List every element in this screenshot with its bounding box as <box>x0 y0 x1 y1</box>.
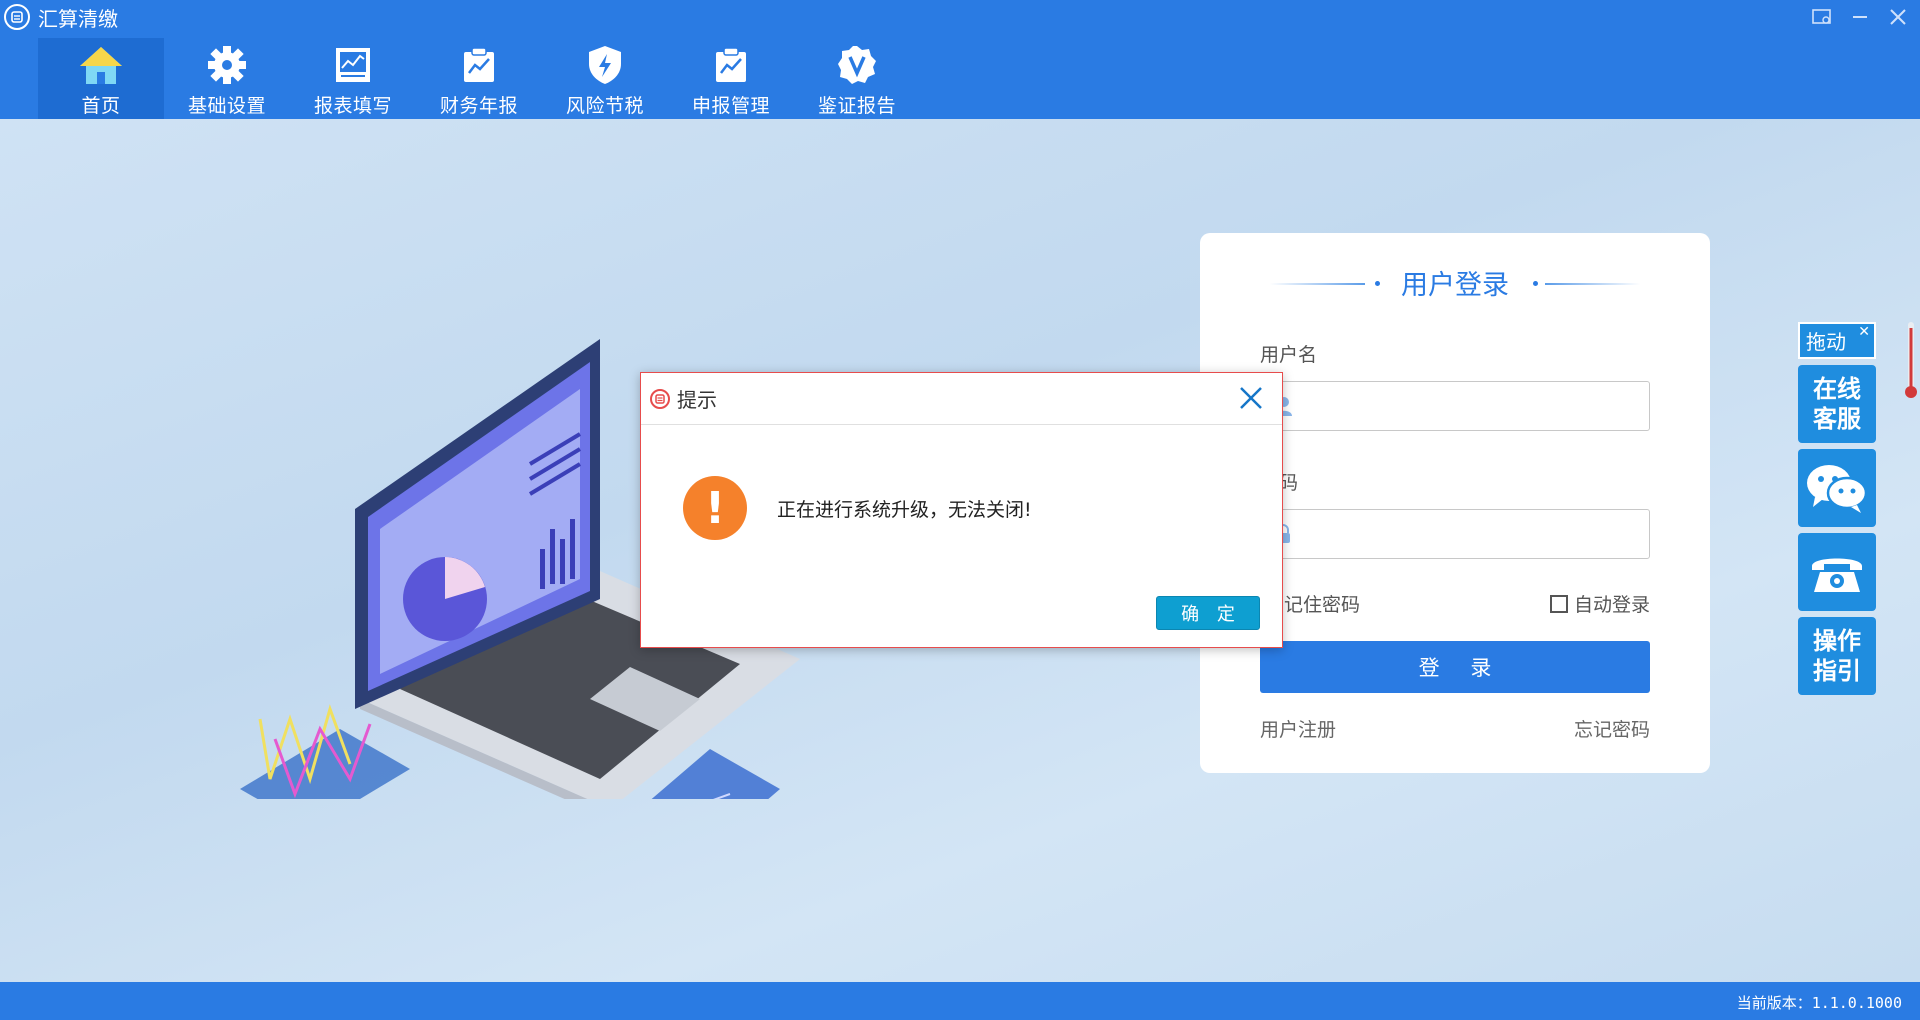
minimize-button[interactable] <box>1846 4 1874 30</box>
main-nav: 首页 基础设置 报表填写 财务年报 风险节税 申报管理 鉴证报告 <box>38 38 920 119</box>
top-bar: 汇算清缴 首页 基础设置 报表填写 财务年报 风险节税 申报管理 鉴证报告 <box>0 0 1920 119</box>
clipboard-chart-icon <box>456 42 502 88</box>
login-options: 记住密码 自动登录 <box>1260 590 1650 617</box>
login-links: 用户注册 忘记密码 <box>1260 715 1650 742</box>
drag-handle[interactable]: 拖动 ✕ <box>1798 322 1876 359</box>
status-bar: 当前版本：1.1.0.1000 <box>0 982 1920 1020</box>
drag-label: 拖动 <box>1806 330 1846 354</box>
operation-guide-label: 操作 指引 <box>1813 627 1861 685</box>
nav-label: 风险节税 <box>565 95 644 117</box>
username-field[interactable] <box>1260 381 1650 431</box>
report-chart-icon <box>330 42 376 88</box>
dialog-title: 提示 <box>677 388 717 412</box>
shield-bolt-icon <box>582 42 628 88</box>
warning-icon: ! <box>683 476 747 540</box>
nav-declaration-mgmt[interactable]: 申报管理 <box>668 38 794 119</box>
nav-verification-report[interactable]: 鉴证报告 <box>794 38 920 119</box>
register-link[interactable]: 用户注册 <box>1260 715 1336 742</box>
close-icon <box>1890 9 1906 25</box>
checkbox-box[interactable] <box>1549 594 1568 613</box>
dialog-message: 正在进行系统升级，无法关闭! <box>777 498 1032 521</box>
online-service-label: 在线 客服 <box>1813 375 1861 433</box>
app-title: 汇算清缴 <box>4 4 118 31</box>
app-logo-icon <box>650 388 670 409</box>
ok-button[interactable]: 确 定 <box>1156 596 1260 630</box>
v-badge-icon <box>834 42 880 88</box>
close-icon[interactable]: ✕ <box>1858 324 1870 340</box>
nav-label: 财务年报 <box>439 95 518 117</box>
nav-basic-settings[interactable]: 基础设置 <box>164 38 290 119</box>
alert-dialog: 提示 ! 正在进行系统升级，无法关闭! 确 定 <box>640 372 1283 648</box>
nav-report-fill[interactable]: 报表填写 <box>290 38 416 119</box>
app-logo-icon <box>4 4 30 30</box>
title-dot-right <box>1533 281 1538 286</box>
wechat-button[interactable] <box>1798 449 1876 527</box>
forgot-password-link[interactable]: 忘记密码 <box>1574 715 1650 742</box>
window-controls <box>1808 4 1912 30</box>
dialog-header: 提示 <box>641 373 1282 425</box>
window-settings-button[interactable] <box>1808 4 1836 30</box>
nav-label: 报表填写 <box>313 95 392 117</box>
app-title-text: 汇算清缴 <box>38 6 118 31</box>
phone-icon <box>1812 558 1862 592</box>
nav-home[interactable]: 首页 <box>38 38 164 119</box>
version-text: 当前版本：1.1.0.1000 <box>1736 994 1902 1012</box>
window-settings-icon <box>1812 9 1831 24</box>
minimize-icon <box>1853 16 1867 18</box>
floating-toolbar: 拖动 ✕ 在线 客服 操作 指引 <box>1798 322 1878 695</box>
password-field[interactable] <box>1260 509 1650 559</box>
close-window-button[interactable] <box>1884 4 1912 30</box>
operation-guide-button[interactable]: 操作 指引 <box>1798 617 1876 695</box>
remember-password-label: 记住密码 <box>1284 594 1361 616</box>
close-icon[interactable] <box>1236 383 1266 413</box>
title-divider-right <box>1545 283 1640 285</box>
nav-label: 首页 <box>81 95 121 117</box>
wechat-icon <box>1807 465 1868 513</box>
password-input[interactable] <box>1301 511 1649 557</box>
dialog-body: ! 正在进行系统升级，无法关闭! <box>683 476 1032 540</box>
nav-label: 申报管理 <box>691 95 770 117</box>
home-icon <box>78 42 124 88</box>
nav-label: 鉴证报告 <box>817 95 896 117</box>
clipboard-chart-icon <box>708 42 754 88</box>
username-label: 用户名 <box>1260 344 1318 366</box>
username-input[interactable] <box>1303 383 1649 429</box>
gear-icon <box>204 42 250 88</box>
auto-login-checkbox[interactable]: 自动登录 <box>1549 590 1650 617</box>
nav-annual-finance[interactable]: 财务年报 <box>416 38 542 119</box>
phone-button[interactable] <box>1798 533 1876 611</box>
nav-risk-tax[interactable]: 风险节税 <box>542 38 668 119</box>
nav-label: 基础设置 <box>187 95 266 117</box>
auto-login-label: 自动登录 <box>1573 594 1650 616</box>
online-service-button[interactable]: 在线 客服 <box>1798 365 1876 443</box>
login-button[interactable]: 登 录 <box>1260 641 1650 693</box>
thermometer-icon <box>1905 322 1917 398</box>
